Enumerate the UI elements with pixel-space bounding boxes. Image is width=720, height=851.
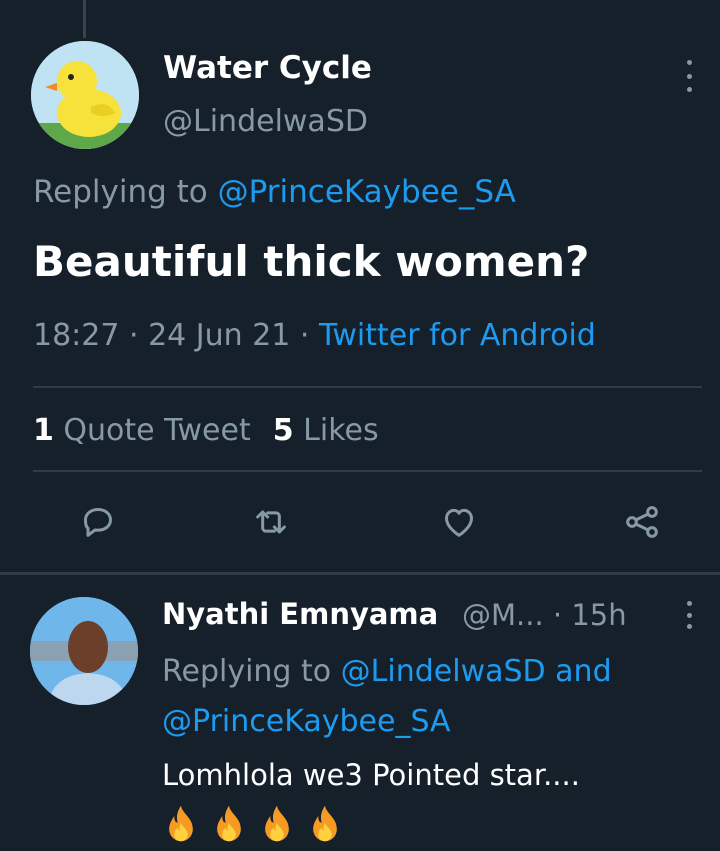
share-button[interactable] — [620, 500, 664, 544]
tweet-time[interactable]: 18:27 — [33, 318, 119, 353]
share-icon — [626, 506, 658, 538]
heart-icon — [445, 508, 473, 537]
reply-author-handle-time: @M... · 15h — [462, 598, 627, 632]
thread-connector-line — [83, 0, 86, 38]
more-vertical-icon[interactable] — [684, 60, 694, 92]
mention-link[interactable]: @PrinceKaybee_SA — [162, 704, 451, 739]
replying-prefix: Replying to — [33, 174, 218, 210]
retweet-button[interactable] — [249, 500, 293, 544]
fire-emoji-icon — [265, 805, 289, 842]
tweet-meta: 18:27 · 24 Jun 21 · Twitter for Android — [33, 318, 596, 353]
fire-emoji-icon — [169, 805, 193, 842]
meta-separator: · — [290, 318, 319, 353]
author-display-name[interactable]: Water Cycle — [163, 50, 372, 86]
like-count: 5 — [272, 413, 294, 448]
fire-emoji-icon — [313, 805, 337, 842]
more-vertical-icon[interactable] — [684, 601, 694, 629]
and-word: and — [545, 654, 612, 689]
person-avatar-image — [30, 597, 138, 705]
avatar[interactable] — [30, 597, 138, 705]
author-handle[interactable]: @LindelwaSD — [163, 104, 368, 139]
reply-icon — [84, 508, 112, 537]
avatar[interactable] — [31, 41, 139, 149]
reply-author-display-name[interactable]: Nyathi Emnyama — [162, 597, 438, 631]
emoji-row — [160, 804, 346, 848]
fire-emoji-icon — [217, 805, 241, 842]
quote-count: 1 — [33, 413, 54, 448]
reply-replying-to-line: Replying to @LindelwaSD and @PrinceKaybee… — [162, 647, 682, 747]
retweet-icon — [256, 510, 286, 534]
reply-button[interactable] — [76, 500, 120, 544]
mention-link[interactable]: @PrinceKaybee_SA — [218, 174, 516, 210]
like-button[interactable] — [437, 500, 481, 544]
reply-time[interactable]: · 15h — [553, 598, 627, 632]
likes-stat[interactable]: 5 Likes — [273, 413, 379, 448]
replying-prefix: Replying to — [162, 654, 341, 689]
quote-tweet-stat[interactable]: 1 Quote Tweet — [33, 413, 251, 448]
divider — [33, 386, 702, 388]
replying-to-line: Replying to @PrinceKaybee_SA — [33, 174, 516, 210]
meta-separator: · — [119, 318, 149, 353]
duck-avatar-image — [31, 41, 139, 149]
tweet-text: Beautiful thick women? — [33, 237, 590, 286]
tweet-stats: 1 Quote Tweet 5 Likes — [33, 413, 379, 448]
mention-link[interactable]: @LindelwaSD — [341, 654, 546, 689]
like-label: Likes — [303, 413, 379, 448]
tweet-date[interactable]: 24 Jun 21 — [148, 318, 290, 353]
tweet-source-link[interactable]: Twitter for Android — [319, 318, 596, 353]
reply-text: Lomhlola we3 Pointed star.... — [162, 758, 580, 792]
divider — [0, 572, 720, 575]
reply-author-handle[interactable]: @M... — [462, 598, 544, 632]
quote-label: Quote Tweet — [63, 413, 251, 448]
divider — [33, 470, 702, 472]
